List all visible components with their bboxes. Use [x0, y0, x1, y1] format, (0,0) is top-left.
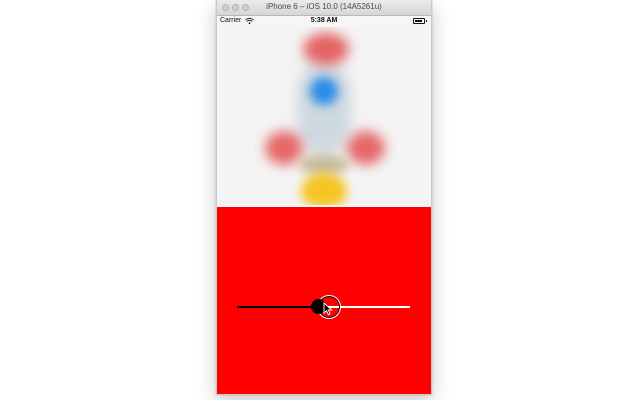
window-titlebar: iPhone 6 – iOS 10.0 (14A5261u) [217, 0, 431, 16]
status-bar: Carrier 5:38 AM [217, 16, 431, 27]
blurred-rocket-image [217, 27, 431, 205]
mouse-cursor-icon [323, 302, 333, 316]
rocket-base-shape [299, 155, 349, 175]
window-title: iPhone 6 – iOS 10.0 (14A5261u) [266, 2, 382, 11]
status-time: 5:38 AM [310, 17, 338, 24]
rocket-body-shape [297, 61, 351, 155]
rocket-window-shape [310, 77, 338, 105]
rocket-flame-shape [301, 173, 347, 205]
slider-min-track[interactable] [237, 306, 318, 308]
rocket-right-fin-shape [347, 131, 385, 165]
rocket-nose-shape [303, 33, 349, 65]
device-screen: Carrier 5:38 AM [217, 16, 431, 394]
simulator-window: iPhone 6 – iOS 10.0 (14A5261u) Carrier 5… [216, 0, 432, 395]
control-panel [217, 207, 431, 394]
blur-slider[interactable] [237, 295, 410, 319]
rocket-left-fin-shape [265, 131, 303, 165]
battery-icon [413, 18, 427, 24]
